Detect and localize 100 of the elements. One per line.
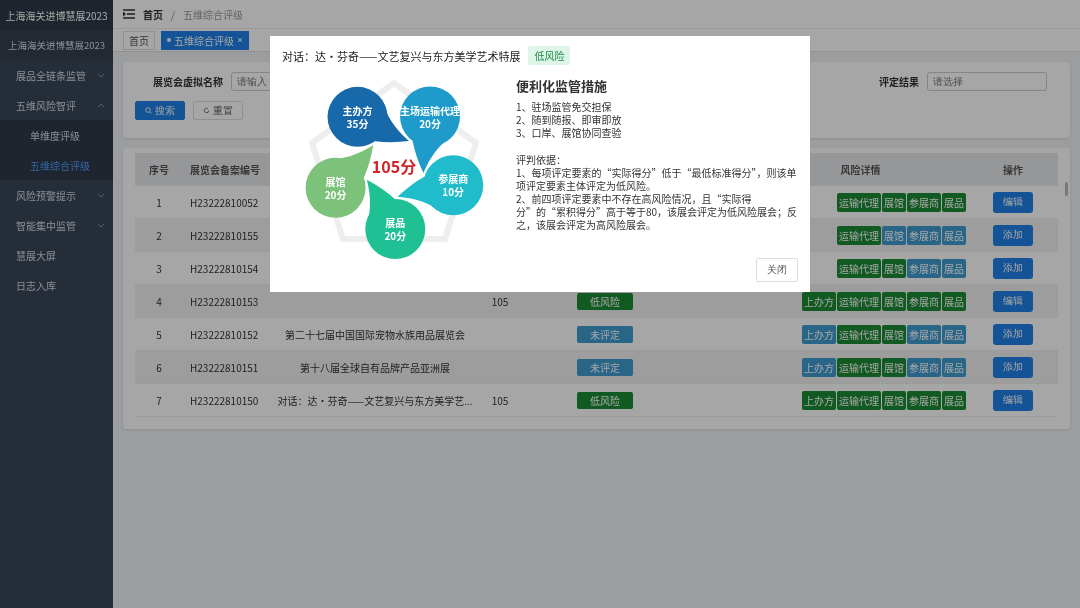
- row-action-button[interactable]: 编辑: [993, 191, 1033, 213]
- risk-badge: 低风险: [528, 46, 571, 65]
- result-badge: 低风险: [577, 292, 633, 310]
- chevron-icon: [97, 72, 105, 78]
- risk-tag: 展馆: [882, 357, 906, 377]
- chevron-icon: [97, 222, 105, 228]
- risk-tag: 参展商: [907, 291, 941, 311]
- risk-tag: 运输代理: [837, 258, 881, 278]
- petal-label: 主场运输代理: [400, 102, 461, 118]
- chevron-icon: [97, 192, 105, 198]
- risk-tag: 展品: [942, 192, 966, 212]
- risk-tag: 展馆: [882, 291, 906, 311]
- page-tab[interactable]: 五维综合评级: [161, 30, 249, 50]
- risk-tag: 上办方: [802, 291, 836, 311]
- table-cell: 第十八届全球自有品牌产品亚洲展: [300, 359, 450, 375]
- basis-paragraph: 1、每项评定要素的“实际得分”低于“最低标准得分”，则该单项评定要素主体评定为低风险。: [516, 166, 798, 192]
- measure-item: 1、驻场监管免交担保: [516, 100, 613, 113]
- risk-tag: 参展商: [907, 225, 941, 245]
- risk-tag: 展品: [942, 225, 966, 245]
- row-action-button[interactable]: 编辑: [993, 389, 1033, 411]
- sidebar-item[interactable]: 五维风险智评: [0, 90, 113, 120]
- close-button[interactable]: 关闭: [756, 258, 798, 282]
- table-cell-text: 4: [155, 293, 163, 309]
- field-label: 评定结果: [879, 74, 919, 89]
- risk-tag: 参展商: [907, 258, 941, 278]
- row-action-button[interactable]: 添加: [993, 323, 1033, 345]
- table-cell-text: 6: [155, 359, 163, 375]
- search-icon: [145, 107, 152, 114]
- table-cell-text: H23222810052: [189, 194, 260, 210]
- risk-tag: 上办方: [802, 324, 836, 344]
- measure-item: 3、口岸、展馆协同查验: [516, 126, 623, 139]
- sidebar-item[interactable]: 展品全链条监管: [0, 60, 113, 90]
- petal-label: 主办方: [342, 102, 373, 118]
- table-cell: 105: [491, 293, 509, 309]
- risk-tag: 运输代理: [837, 225, 881, 245]
- menu-icon[interactable]: [123, 9, 135, 19]
- scrollbar[interactable]: [1065, 182, 1068, 196]
- risk-tag: 参展商: [907, 390, 941, 410]
- table-cell: 对话：达·芬奇——文艺复兴与东方美学艺...: [277, 392, 473, 408]
- petal-label: 展品: [385, 215, 406, 230]
- measures-heading: 便利化监管措施: [516, 77, 608, 94]
- risk-tag: 展馆: [882, 390, 906, 410]
- row-action-button[interactable]: 添加: [993, 257, 1033, 279]
- sidebar-item[interactable]: 慧展大屏: [0, 240, 113, 270]
- app-title: 上海海关进博慧展2023: [0, 0, 113, 30]
- petal-score: 20分: [324, 186, 347, 202]
- total-score: 105分: [371, 154, 417, 178]
- table-cell-text: H23222810153: [189, 293, 260, 309]
- risk-tag: 展馆: [882, 324, 906, 344]
- result-badge: 未评定: [577, 358, 633, 376]
- search-button[interactable]: 搜索: [135, 101, 185, 120]
- risk-tag: 参展商: [907, 357, 941, 377]
- column-header: 序号: [148, 161, 170, 177]
- table-cell-text: 3: [155, 260, 163, 276]
- app-subtitle: 上海海关进博慧展2023: [0, 30, 113, 60]
- risk-tag: 展品: [942, 324, 966, 344]
- risk-tag: 运输代理: [837, 390, 881, 410]
- sidebar-subitem[interactable]: 单维度评级: [0, 120, 113, 150]
- page-tab[interactable]: 首页: [123, 30, 155, 50]
- column-header: 风险详情: [840, 161, 881, 177]
- breadcrumb-item: 五维综合评级: [182, 6, 243, 22]
- field-label: 展览会虚拟名称: [153, 74, 223, 89]
- table-cell: 105: [491, 392, 509, 408]
- row-action-button[interactable]: 添加: [993, 356, 1033, 378]
- result-select-field[interactable]: 请选择: [927, 72, 1047, 91]
- reset-button[interactable]: 重置: [193, 101, 243, 120]
- risk-tag: 上办方: [802, 390, 836, 410]
- risk-tag: 展品: [942, 258, 966, 278]
- risk-tag: 运输代理: [837, 357, 881, 377]
- risk-tag: 运输代理: [837, 291, 881, 311]
- column-header: 展览会备案编号: [189, 161, 261, 177]
- sidebar-item[interactable]: 智能集中监管: [0, 210, 113, 240]
- table-cell-text: 7: [155, 392, 163, 408]
- row-action-button[interactable]: 编辑: [993, 290, 1033, 312]
- result-badge: 低风险: [577, 391, 633, 409]
- table-cell-text: 5: [155, 326, 163, 342]
- table-cell-text: H23222810155: [189, 227, 260, 243]
- sidebar-subitem[interactable]: 五维综合评级: [0, 150, 113, 180]
- risk-tag: 展馆: [882, 225, 906, 245]
- risk-tag: 参展商: [907, 324, 941, 344]
- row-action-button[interactable]: 添加: [993, 224, 1033, 246]
- risk-tag: 展品: [942, 390, 966, 410]
- chevron-icon: [97, 102, 105, 108]
- table-cell: 第二十七届中国国际宠物水族用品展览会: [285, 326, 465, 342]
- table-cell-text: H23222810154: [189, 260, 260, 276]
- petal-label: 展馆: [325, 173, 346, 189]
- risk-tag: 展品: [942, 357, 966, 377]
- petal-score: 10分: [442, 184, 465, 200]
- table-cell-text: H23222810150: [189, 392, 260, 408]
- sidebar-item[interactable]: 风险预警提示: [0, 180, 113, 210]
- breadcrumb-item[interactable]: 首页: [143, 6, 163, 22]
- table-cell-text: H23222810151: [189, 359, 260, 375]
- petal-label: 参展商: [438, 171, 469, 187]
- result-badge: 未评定: [577, 325, 633, 343]
- table-cell-text: 1: [155, 194, 163, 210]
- petal-score: 20分: [384, 228, 407, 243]
- sidebar-item[interactable]: 日志入库: [0, 270, 113, 300]
- measure-item: 2、随到随报、即审即放: [516, 113, 623, 126]
- close-icon[interactable]: [237, 37, 243, 43]
- risk-tag: 展馆: [882, 258, 906, 278]
